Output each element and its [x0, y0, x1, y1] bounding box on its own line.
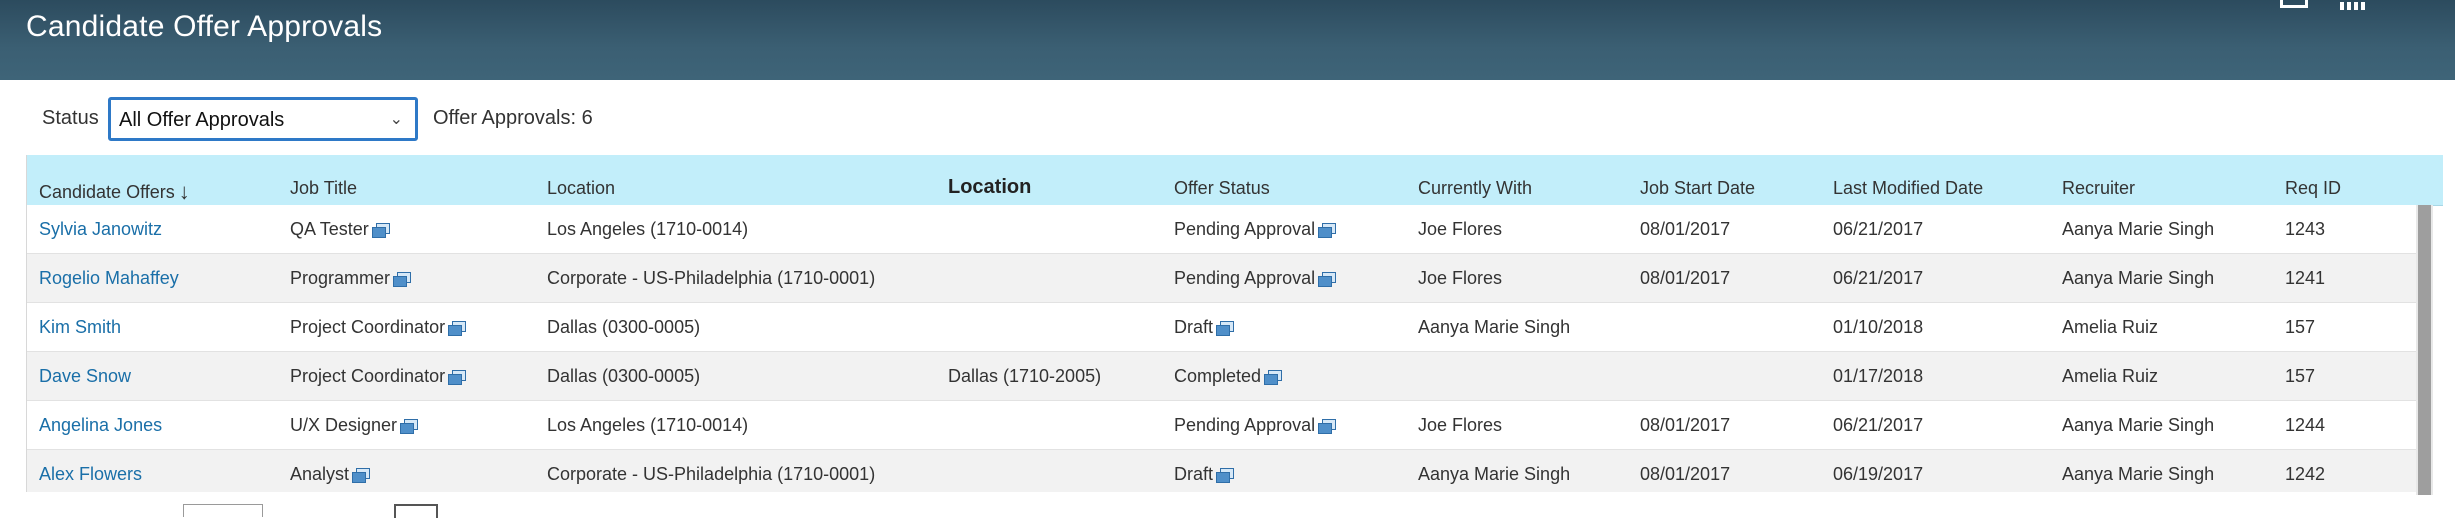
column-header-req-id[interactable]: Req ID — [2285, 178, 2341, 199]
last-modified-date-cell: 06/21/2017 — [1833, 268, 1924, 288]
popover-icon[interactable] — [1318, 419, 1337, 434]
scrollbar-thumb[interactable] — [2418, 205, 2431, 495]
popover-icon[interactable] — [371, 223, 390, 238]
job-start-date-cell: 08/01/2017 — [1640, 415, 1731, 435]
popover-icon[interactable] — [393, 272, 412, 287]
column-header-location-2[interactable]: Location — [948, 176, 1031, 199]
popover-icon[interactable] — [400, 419, 419, 434]
popover-icon[interactable] — [1318, 272, 1337, 287]
offers-table: Candidate Offers ↓ Job Title Location Loc… — [26, 155, 2443, 492]
req-id-cell: 1241 — [2285, 268, 2326, 288]
recruiter-cell: Aanya Marie Singh — [2062, 219, 2215, 239]
offer-status-cell: Pending Approval — [1174, 219, 1337, 240]
recruiter-cell: Amelia Ruiz — [2062, 366, 2159, 386]
currently-with-cell: Joe Flores — [1418, 268, 1503, 288]
last-modified-date-cell: 06/21/2017 — [1833, 415, 1924, 435]
recruiter-cell: Aanya Marie Singh — [2062, 268, 2215, 288]
table-row[interactable]: Alex Flowers Analyst Corporate - US-Phil… — [27, 450, 2417, 492]
job-start-date-cell: 08/01/2017 — [1640, 268, 1731, 288]
job-title-cell: Project Coordinator — [290, 317, 467, 338]
offer-status-cell: Completed — [1174, 366, 1283, 387]
footer-button[interactable] — [394, 504, 438, 518]
table-row[interactable]: Dave Snow Project Coordinator Dallas (03… — [27, 352, 2417, 401]
offer-status-cell: Draft — [1174, 317, 1235, 338]
location-cell: Dallas (0300-0005) — [547, 317, 701, 337]
footer-input[interactable] — [183, 504, 263, 517]
location-cell: Los Angeles (1710-0014) — [547, 415, 749, 435]
popover-icon[interactable] — [1216, 468, 1235, 483]
last-modified-date-cell: 06/19/2017 — [1833, 464, 1924, 484]
popover-icon[interactable] — [352, 468, 371, 483]
job-title-cell: Programmer — [290, 268, 412, 289]
table-body: Sylvia Janowitz QA Tester Los Angeles (1… — [27, 205, 2417, 492]
table-row[interactable]: Angelina Jones U/X Designer Los Angeles … — [27, 401, 2417, 450]
popover-icon[interactable] — [448, 370, 467, 385]
last-modified-date-cell: 01/10/2018 — [1833, 317, 1924, 337]
offer-status-cell: Pending Approval — [1174, 415, 1337, 436]
location-cell: Corporate - US-Philadelphia (1710-0001) — [547, 268, 876, 288]
recruiter-cell: Amelia Ruiz — [2062, 317, 2159, 337]
status-select-value: All Offer Approvals — [119, 109, 285, 131]
column-header-offer-status[interactable]: Offer Status — [1174, 178, 1270, 199]
status-select[interactable]: All Offer Approvals ⌄ — [108, 97, 418, 141]
offer-status-cell: Draft — [1174, 464, 1235, 485]
column-header-currently-with[interactable]: Currently With — [1418, 178, 1532, 199]
column-header-job-start-date[interactable]: Job Start Date — [1640, 178, 1755, 199]
table-row[interactable]: Rogelio Mahaffey Programmer Corporate - … — [27, 254, 2417, 303]
job-title-cell: U/X Designer — [290, 415, 419, 436]
chevron-down-icon[interactable]: ⌄ — [390, 109, 403, 129]
candidate-link[interactable]: Dave Snow — [39, 366, 131, 387]
popover-icon[interactable] — [448, 321, 467, 336]
table-header: Candidate Offers ↓ Job Title Location Loc… — [27, 155, 2443, 206]
currently-with-cell: Joe Flores — [1418, 219, 1503, 239]
req-id-cell: 1242 — [2285, 464, 2326, 484]
candidate-link[interactable]: Rogelio Mahaffey — [39, 268, 179, 289]
job-title-cell: QA Tester — [290, 219, 390, 240]
filter-bar: Status All Offer Approvals ⌄ Offer Appro… — [0, 80, 2455, 154]
popover-icon[interactable] — [1264, 370, 1283, 385]
candidate-link[interactable]: Alex Flowers — [39, 464, 142, 485]
candidate-link[interactable]: Angelina Jones — [39, 415, 162, 436]
table-row[interactable]: Kim Smith Project Coordinator Dallas (03… — [27, 303, 2417, 352]
table-row[interactable]: Sylvia Janowitz QA Tester Los Angeles (1… — [27, 205, 2417, 254]
column-header-candidate-offers[interactable]: Candidate Offers ↓ — [39, 178, 190, 204]
bar-chart-icon[interactable] — [2340, 0, 2366, 10]
recruiter-cell: Aanya Marie Singh — [2062, 415, 2215, 435]
req-id-cell: 157 — [2285, 317, 2316, 337]
job-title-cell: Project Coordinator — [290, 366, 467, 387]
currently-with-cell: Aanya Marie Singh — [1418, 464, 1571, 484]
location-cell: Dallas (0300-0005) — [547, 366, 701, 386]
column-header-last-modified-date[interactable]: Last Modified Date — [1833, 178, 1983, 199]
popover-icon[interactable] — [1216, 321, 1235, 336]
page-title: Candidate Offer Approvals — [26, 10, 383, 43]
location-cell: Corporate - US-Philadelphia (1710-0001) — [547, 464, 876, 484]
location-cell: Los Angeles (1710-0014) — [547, 219, 749, 239]
window-icon[interactable] — [2280, 0, 2308, 8]
column-header-recruiter[interactable]: Recruiter — [2062, 178, 2135, 199]
currently-with-cell: Aanya Marie Singh — [1418, 317, 1571, 337]
app-header: Candidate Offer Approvals — [0, 0, 2455, 80]
last-modified-date-cell: 06/21/2017 — [1833, 219, 1924, 239]
candidate-link[interactable]: Kim Smith — [39, 317, 121, 338]
offer-status-cell: Pending Approval — [1174, 268, 1337, 289]
column-header-location[interactable]: Location — [547, 178, 615, 199]
table-scrollbar[interactable] — [2416, 205, 2433, 495]
job-start-date-cell: 08/01/2017 — [1640, 219, 1731, 239]
sort-descending-icon[interactable]: ↓ — [179, 179, 190, 204]
req-id-cell: 157 — [2285, 366, 2316, 386]
popover-icon[interactable] — [1318, 223, 1337, 238]
column-header-job-title[interactable]: Job Title — [290, 178, 357, 199]
job-title-cell: Analyst — [290, 464, 371, 485]
candidate-link[interactable]: Sylvia Janowitz — [39, 219, 162, 240]
status-label: Status — [42, 107, 99, 129]
location-2-cell: Dallas (1710-2005) — [948, 366, 1102, 386]
currently-with-cell: Joe Flores — [1418, 415, 1503, 435]
req-id-cell: 1243 — [2285, 219, 2326, 239]
last-modified-date-cell: 01/17/2018 — [1833, 366, 1924, 386]
offer-approvals-count: Offer Approvals: 6 — [433, 107, 593, 129]
job-start-date-cell: 08/01/2017 — [1640, 464, 1731, 484]
recruiter-cell: Aanya Marie Singh — [2062, 464, 2215, 484]
req-id-cell: 1244 — [2285, 415, 2326, 435]
